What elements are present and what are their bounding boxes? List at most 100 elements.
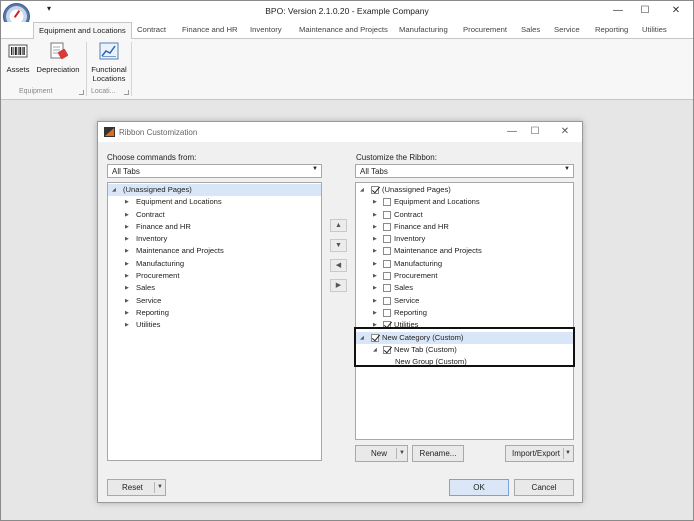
dialog-minimize-icon[interactable]: — xyxy=(503,124,521,140)
remove-from-ribbon-button[interactable]: ▶ xyxy=(330,279,347,292)
group-launcher-equipment[interactable] xyxy=(79,90,84,95)
functional-locations-label-2: Locations xyxy=(92,74,126,83)
reset-button[interactable]: Reset ▼ xyxy=(107,479,166,496)
tab-reporting[interactable]: Reporting xyxy=(595,25,628,34)
tree-node[interactable]: ▶ Equipment and Locations xyxy=(356,196,573,208)
checkbox[interactable] xyxy=(383,235,391,244)
tree-node[interactable]: ▶ Reporting xyxy=(108,307,321,319)
tab-utilities[interactable]: Utilities xyxy=(642,25,667,34)
choose-commands-combo[interactable]: All Tabs ▼ xyxy=(107,164,322,178)
tree-node[interactable]: ▶ Maintenance and Projects xyxy=(108,245,321,257)
tree-node[interactable]: ▶ Utilities xyxy=(108,319,321,331)
depreciation-button[interactable]: Depreciation xyxy=(36,41,80,74)
expand-icon[interactable]: ▶ xyxy=(373,307,377,319)
group-label-equipment: Equipment xyxy=(19,88,53,95)
expand-icon[interactable]: ▶ xyxy=(373,258,377,270)
tree-node[interactable]: ▶ Equipment and Locations xyxy=(108,196,321,208)
tree-node[interactable]: ▶ Inventory xyxy=(108,233,321,245)
checkbox[interactable] xyxy=(383,247,391,256)
cancel-button[interactable]: Cancel xyxy=(514,479,574,496)
expand-icon[interactable]: ▶ xyxy=(125,258,129,270)
expand-icon[interactable]: ▶ xyxy=(125,245,129,257)
tree-node[interactable]: ▶ Sales xyxy=(108,282,321,294)
tree-node[interactable]: ▶ Service xyxy=(108,295,321,307)
tree-node[interactable]: ▶ Finance and HR xyxy=(356,221,573,233)
expand-icon[interactable]: ▶ xyxy=(373,209,377,221)
expand-icon[interactable]: ▶ xyxy=(373,295,377,307)
tab-contract[interactable]: Contract xyxy=(137,25,166,34)
expand-icon[interactable]: ▶ xyxy=(125,307,129,319)
dialog-close-icon[interactable]: ✕ xyxy=(556,124,574,140)
tab-procurement[interactable]: Procurement xyxy=(463,25,507,34)
choose-commands-value: All Tabs xyxy=(112,167,140,176)
expand-icon[interactable]: ▶ xyxy=(125,196,129,208)
tree-node-unassigned-pages[interactable]: ◢ (Unassigned Pages) xyxy=(108,184,321,197)
checkbox[interactable] xyxy=(383,198,391,207)
checkbox[interactable] xyxy=(383,222,391,231)
functional-locations-button[interactable]: Functional Locations xyxy=(90,41,128,83)
title-bar: ▾ BPO: Version 2.1.0.20 - Example Compan… xyxy=(1,1,693,30)
expand-icon[interactable]: ▶ xyxy=(125,209,129,221)
tree-node-unassigned-pages[interactable]: ◢ (Unassigned Pages) xyxy=(356,184,573,196)
expand-icon[interactable]: ▶ xyxy=(373,282,377,294)
expand-icon[interactable]: ▶ xyxy=(125,295,129,307)
checkbox-unassigned-pages[interactable] xyxy=(371,186,379,194)
expand-icon[interactable]: ▶ xyxy=(125,221,129,233)
expand-icon[interactable]: ▶ xyxy=(125,319,129,331)
group-launcher-locations[interactable] xyxy=(124,90,129,95)
checkbox[interactable] xyxy=(383,210,391,219)
collapse-icon[interactable]: ◢ xyxy=(360,184,364,196)
rename-button[interactable]: Rename... xyxy=(412,445,464,462)
expand-icon[interactable]: ▶ xyxy=(125,282,129,294)
chevron-down-icon: ▼ xyxy=(564,166,570,172)
tab-manufacturing[interactable]: Manufacturing xyxy=(399,25,448,34)
expand-icon[interactable]: ▶ xyxy=(125,270,129,282)
tab-maintenance-and-projects[interactable]: Maintenance and Projects xyxy=(299,25,388,34)
expand-icon[interactable]: ▶ xyxy=(125,233,129,245)
maximize-icon[interactable]: ☐ xyxy=(634,3,656,19)
ribbon-panel: Assets Depreciation Functional Locations… xyxy=(1,39,693,100)
tab-sales[interactable]: Sales xyxy=(521,25,540,34)
tree-node[interactable]: ▶ Maintenance and Projects xyxy=(356,245,573,257)
tree-node[interactable]: ▶ Service xyxy=(356,295,573,307)
minimize-icon[interactable]: — xyxy=(607,3,629,19)
import-export-button[interactable]: Import/Export ▼ xyxy=(505,445,574,462)
checkbox[interactable] xyxy=(383,284,391,293)
new-button[interactable]: New ▼ xyxy=(355,445,408,462)
expand-icon[interactable]: ▶ xyxy=(373,196,377,208)
tab-inventory[interactable]: Inventory xyxy=(250,25,282,34)
tree-node[interactable]: ▶ Inventory xyxy=(356,233,573,245)
group-separator xyxy=(86,42,87,96)
move-down-button[interactable]: ▼ xyxy=(330,239,347,252)
ok-button[interactable]: OK xyxy=(449,479,509,496)
tree-node[interactable]: ▶ Manufacturing xyxy=(356,258,573,270)
assets-button[interactable]: Assets xyxy=(5,41,31,74)
customize-ribbon-combo[interactable]: All Tabs ▼ xyxy=(355,164,574,178)
tree-node[interactable]: ▶ Sales xyxy=(356,282,573,294)
expand-icon[interactable]: ▶ xyxy=(373,221,377,233)
tab-equipment-and-locations[interactable]: Equipment and Locations xyxy=(33,22,132,40)
checkbox[interactable] xyxy=(383,308,391,317)
tree-node[interactable]: ▶ Procurement xyxy=(356,270,573,282)
tree-node[interactable]: ▶ Finance and HR xyxy=(108,221,321,233)
close-icon[interactable]: ✕ xyxy=(665,3,687,19)
tab-service[interactable]: Service xyxy=(554,25,580,34)
commands-tree[interactable]: ◢ (Unassigned Pages) ▶ Equipment and Loca… xyxy=(107,182,322,461)
add-to-ribbon-button[interactable]: ◀ xyxy=(330,259,347,272)
tree-node[interactable]: ▶ Manufacturing xyxy=(108,258,321,270)
checkbox[interactable] xyxy=(383,259,391,268)
tree-node[interactable]: ▶ Reporting xyxy=(356,307,573,319)
collapse-icon[interactable]: ◢ xyxy=(112,184,116,196)
tree-node[interactable]: ▶ Procurement xyxy=(108,270,321,282)
tree-node[interactable]: ▶ Contract xyxy=(108,209,321,221)
move-up-button[interactable]: ▲ xyxy=(330,219,347,232)
expand-icon[interactable]: ▶ xyxy=(373,245,377,257)
tree-node[interactable]: ▶ Contract xyxy=(356,209,573,221)
checkbox[interactable] xyxy=(383,296,391,305)
dialog-maximize-icon[interactable]: ☐ xyxy=(526,124,544,140)
expand-icon[interactable]: ▶ xyxy=(373,270,377,282)
ribbon-tree[interactable]: ◢ (Unassigned Pages) ▶ Equipment and Loca… xyxy=(355,182,574,440)
tab-finance-and-hr[interactable]: Finance and HR xyxy=(182,25,238,34)
checkbox[interactable] xyxy=(383,272,391,281)
expand-icon[interactable]: ▶ xyxy=(373,233,377,245)
